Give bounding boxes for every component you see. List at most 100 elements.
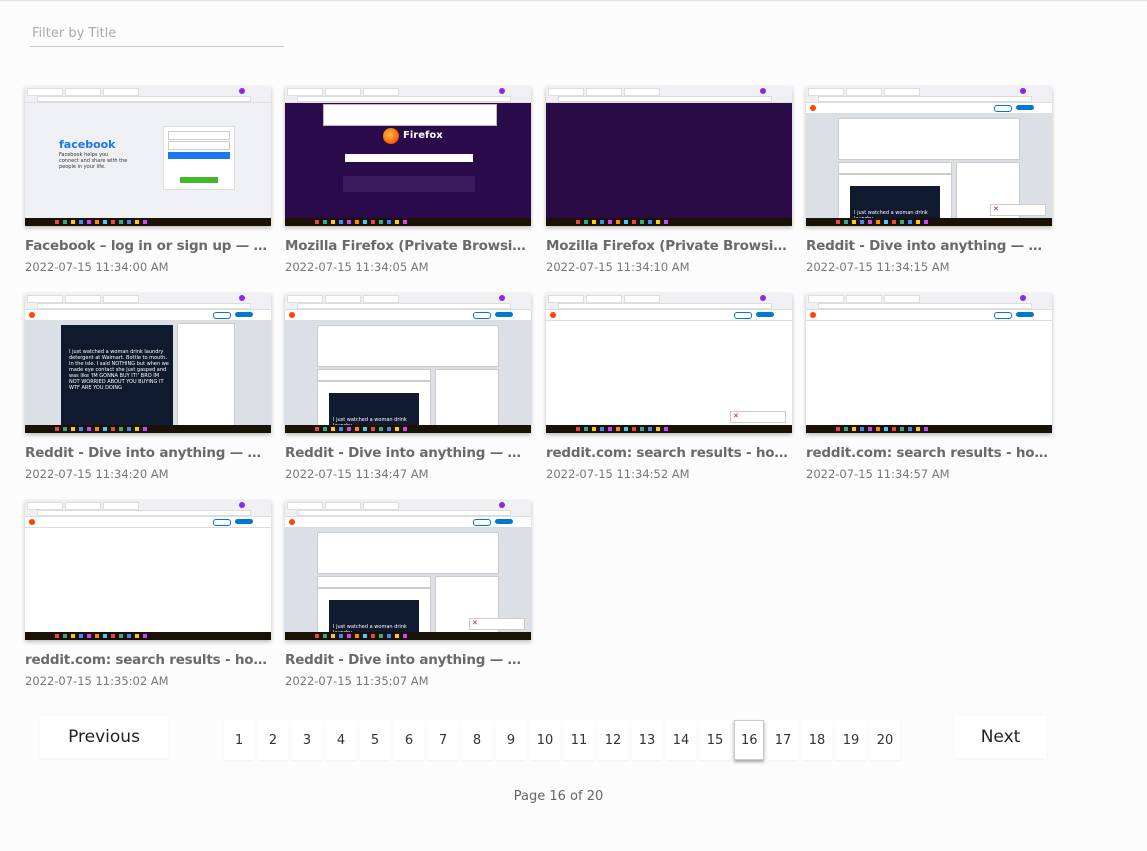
reddit-logo-icon bbox=[289, 312, 295, 318]
screenshot-thumbnail[interactable]: I just watched a woman drink laundry bbox=[806, 86, 1052, 226]
card-timestamp: 2022-07-15 11:34:15 AM bbox=[806, 260, 950, 274]
card-title: reddit.com: search results - hot+gi... bbox=[25, 652, 271, 668]
windows-taskbar bbox=[546, 425, 792, 433]
screenshot-thumbnail[interactable] bbox=[25, 500, 271, 640]
card-timestamp: 2022-07-15 11:34:52 AM bbox=[546, 467, 690, 481]
screenshot-card[interactable]: I just watched a woman drink laundry Redd… bbox=[285, 500, 531, 688]
page-14-button[interactable]: 14 bbox=[666, 720, 696, 760]
filter-by-title-input[interactable] bbox=[30, 20, 284, 47]
facebook-logo: facebook bbox=[59, 138, 116, 151]
browser-chrome bbox=[25, 500, 271, 517]
page-3-button[interactable]: 3 bbox=[292, 720, 322, 760]
page-13-button[interactable]: 13 bbox=[632, 720, 662, 760]
card-timestamp: 2022-07-15 11:34:10 AM bbox=[546, 260, 690, 274]
card-title: reddit.com: search results - hot+gi... bbox=[546, 445, 792, 461]
reddit-logo-icon bbox=[810, 105, 816, 111]
windows-taskbar bbox=[25, 425, 271, 433]
card-title: Mozilla Firefox (Private Browsing) bbox=[546, 238, 792, 254]
browser-chrome bbox=[285, 500, 531, 517]
reddit-logo-icon bbox=[289, 519, 295, 525]
screenshot-thumbnail[interactable]: facebook Facebook helps you connect and s… bbox=[25, 86, 271, 226]
page-2-button[interactable]: 2 bbox=[258, 720, 288, 760]
card-timestamp: 2022-07-15 11:34:05 AM bbox=[285, 260, 429, 274]
windows-taskbar bbox=[546, 218, 792, 226]
top-divider bbox=[0, 0, 1147, 1]
pagination: Previous 1 2 3 4 5 6 7 8 9 10 11 12 13 14 15 16 17 18 19 20… bbox=[0, 700, 1147, 851]
page-20-button[interactable]: 20 bbox=[870, 720, 900, 760]
next-button[interactable]: Next bbox=[954, 716, 1047, 758]
reddit-logo-icon bbox=[29, 312, 35, 318]
screenshot-card[interactable]: Mozilla Firefox (Private Browsing) 2022-0… bbox=[546, 86, 792, 274]
screenshot-thumbnail[interactable] bbox=[546, 293, 792, 433]
firefox-wordmark: Firefox bbox=[403, 130, 443, 141]
notification-toast bbox=[469, 618, 525, 630]
page-5-button[interactable]: 5 bbox=[360, 720, 390, 760]
card-timestamp: 2022-07-15 11:35:07 AM bbox=[285, 674, 429, 688]
screenshot-thumbnail[interactable] bbox=[806, 293, 1052, 433]
page-17-button[interactable]: 17 bbox=[768, 720, 798, 760]
card-title: reddit.com: search results - hot+gi... bbox=[806, 445, 1052, 461]
screenshot-card[interactable]: Firefox Mozilla Firefox (Private Browsing… bbox=[285, 86, 531, 274]
page-19-button[interactable]: 19 bbox=[836, 720, 866, 760]
card-timestamp: 2022-07-15 11:34:00 AM bbox=[25, 260, 169, 274]
card-title: Reddit - Dive into anything — Mozill... bbox=[285, 652, 531, 668]
reddit-logo-icon bbox=[810, 312, 816, 318]
screenshot-thumbnail[interactable]: Firefox bbox=[285, 86, 531, 226]
card-title: Reddit - Dive into anything — Mozill... bbox=[806, 238, 1052, 254]
windows-taskbar bbox=[806, 425, 1052, 433]
screenshot-card[interactable]: facebook Facebook helps you connect and s… bbox=[25, 86, 271, 274]
card-title: Reddit - Dive into anything — Mozill... bbox=[25, 445, 271, 461]
screenshot-card[interactable]: I just watched a woman drink laundry det… bbox=[25, 293, 271, 481]
windows-taskbar bbox=[25, 632, 271, 640]
browser-chrome bbox=[546, 293, 792, 310]
page-7-button[interactable]: 7 bbox=[428, 720, 458, 760]
page-9-button[interactable]: 9 bbox=[496, 720, 526, 760]
page-10-button[interactable]: 10 bbox=[530, 720, 560, 760]
card-title: Mozilla Firefox (Private Browsing) bbox=[285, 238, 531, 254]
browser-chrome bbox=[806, 86, 1052, 103]
page-6-button[interactable]: 6 bbox=[394, 720, 424, 760]
page-8-button[interactable]: 8 bbox=[462, 720, 492, 760]
previous-button[interactable]: Previous bbox=[40, 716, 168, 758]
browser-chrome bbox=[285, 86, 531, 103]
notification-toast bbox=[990, 204, 1046, 216]
screenshot-card[interactable]: I just watched a woman drink laundry Redd… bbox=[806, 86, 1052, 274]
page-18-button[interactable]: 18 bbox=[802, 720, 832, 760]
screenshot-thumbnail[interactable]: I just watched a woman drink laundry bbox=[285, 293, 531, 433]
browser-chrome bbox=[25, 293, 271, 310]
page-4-button[interactable]: 4 bbox=[326, 720, 356, 760]
card-timestamp: 2022-07-15 11:34:57 AM bbox=[806, 467, 950, 481]
page-12-button[interactable]: 12 bbox=[598, 720, 628, 760]
browser-chrome bbox=[546, 86, 792, 103]
card-timestamp: 2022-07-15 11:34:47 AM bbox=[285, 467, 429, 481]
firefox-logo-icon bbox=[383, 128, 399, 144]
card-timestamp: 2022-07-15 11:35:02 AM bbox=[25, 674, 169, 688]
screenshot-card[interactable]: reddit.com: search results - hot+gi... 20… bbox=[25, 500, 271, 688]
windows-taskbar bbox=[285, 632, 531, 640]
screenshot-thumbnail[interactable]: I just watched a woman drink laundry det… bbox=[25, 293, 271, 433]
page-info: Page 16 of 20 bbox=[513, 789, 604, 804]
screenshot-card[interactable]: I just watched a woman drink laundry Redd… bbox=[285, 293, 531, 481]
reddit-logo-icon bbox=[550, 312, 556, 318]
screenshot-card[interactable]: reddit.com: search results - hot+gi... 20… bbox=[806, 293, 1052, 481]
card-title: Facebook – log in or sign up — Moz... bbox=[25, 238, 271, 254]
page-16-button[interactable]: 16 bbox=[734, 720, 764, 760]
browser-chrome bbox=[806, 293, 1052, 310]
browser-chrome bbox=[285, 293, 531, 310]
page-15-button[interactable]: 15 bbox=[700, 720, 730, 760]
page-11-button[interactable]: 11 bbox=[564, 720, 594, 760]
screenshot-thumbnail[interactable] bbox=[546, 86, 792, 226]
windows-taskbar bbox=[25, 218, 271, 226]
windows-taskbar bbox=[285, 425, 531, 433]
card-title: Reddit - Dive into anything — Mozill... bbox=[285, 445, 531, 461]
screenshot-thumbnail[interactable]: I just watched a woman drink laundry bbox=[285, 500, 531, 640]
browser-chrome bbox=[25, 86, 271, 103]
page-1-button[interactable]: 1 bbox=[224, 720, 254, 760]
facebook-tagline: Facebook helps you connect and share wit… bbox=[59, 152, 128, 170]
windows-taskbar bbox=[285, 218, 531, 226]
windows-taskbar bbox=[806, 218, 1052, 226]
reddit-post-text: I just watched a woman drink laundry det… bbox=[69, 349, 169, 391]
notification-toast bbox=[730, 411, 786, 423]
screenshot-card[interactable]: reddit.com: search results - hot+gi... 20… bbox=[546, 293, 792, 481]
card-timestamp: 2022-07-15 11:34:20 AM bbox=[25, 467, 169, 481]
